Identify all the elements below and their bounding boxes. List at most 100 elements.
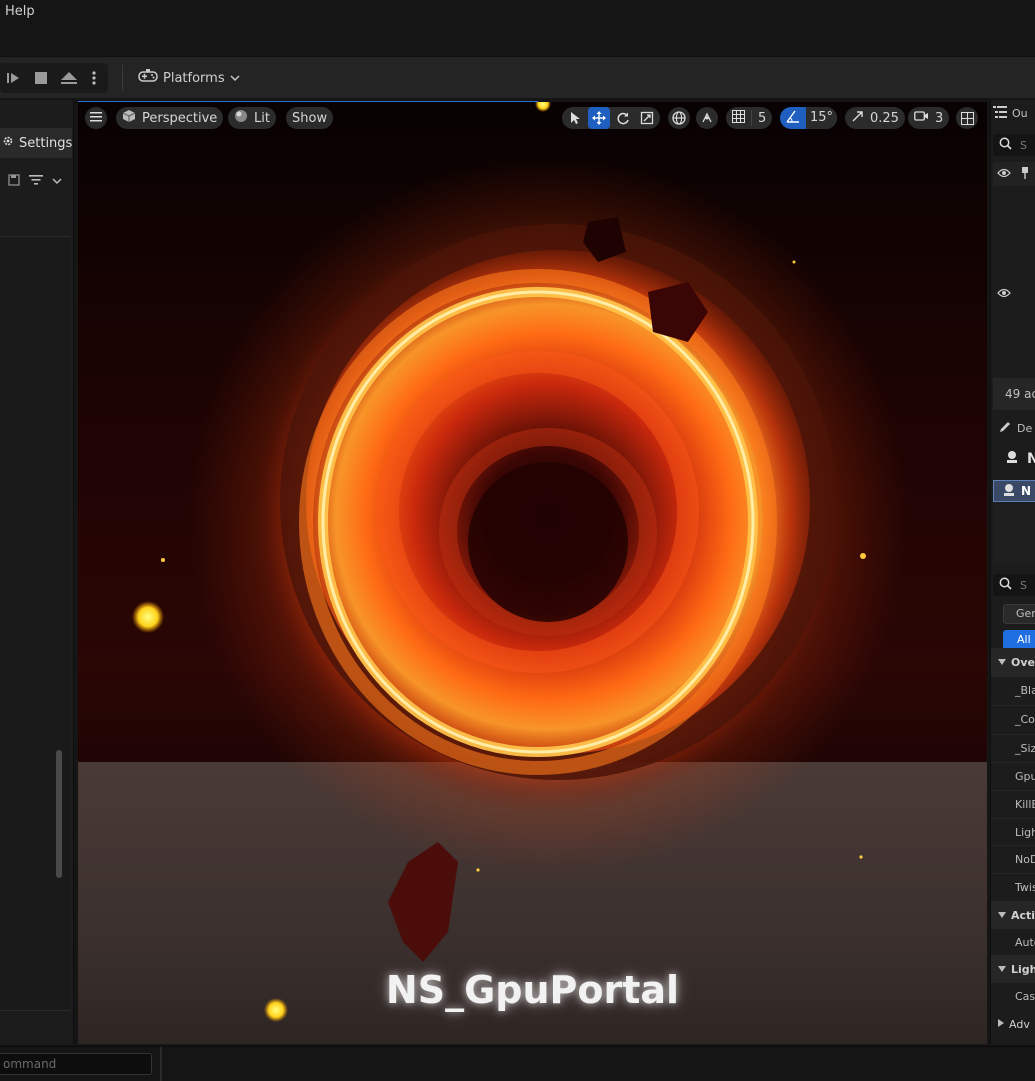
- left-scrollbar[interactable]: [56, 750, 62, 878]
- outliner-search[interactable]: S: [993, 134, 1035, 156]
- viewport-menu-button[interactable]: [85, 107, 107, 129]
- outliner-icon: [993, 106, 1007, 121]
- more-options-icon[interactable]: [84, 63, 104, 93]
- grid-snap-value: 5: [758, 110, 767, 126]
- pin-icon[interactable]: [1021, 166, 1029, 182]
- menu-bar: Help: [0, 0, 1035, 26]
- show-button[interactable]: Show: [286, 107, 334, 129]
- chevron-right-icon: [997, 1018, 1005, 1031]
- gear-icon: [2, 135, 14, 151]
- left-tools: [0, 166, 72, 196]
- category-label: Acti: [1011, 908, 1035, 922]
- settings-tab[interactable]: Settings: [0, 128, 72, 158]
- property-row[interactable]: _Bla: [991, 676, 1035, 704]
- camera-speed-button[interactable]: 3: [908, 107, 950, 129]
- surface-snap-icon[interactable]: [696, 107, 718, 129]
- visibility-eye-icon[interactable]: [997, 288, 1011, 301]
- grid-icon: [732, 109, 745, 127]
- filter-all-button[interactable]: All: [1003, 630, 1035, 650]
- grid-snap-button[interactable]: 5: [726, 107, 773, 129]
- right-panel: Ou S 49 ac De N N S Ge All Ove _Bl _Co _…: [990, 100, 1035, 1044]
- scale-arrow-icon: [851, 110, 864, 127]
- sphere-icon: [234, 109, 248, 127]
- separator: [751, 110, 752, 126]
- menu-help[interactable]: Help: [5, 4, 35, 19]
- property-row[interactable]: Twis: [991, 873, 1035, 901]
- settings-label: Settings: [19, 135, 73, 151]
- category-override[interactable]: Ove: [991, 648, 1035, 676]
- left-panel: Settings: [0, 100, 74, 1044]
- outliner-label: Ou: [1012, 107, 1028, 120]
- property-row[interactable]: _Siz: [991, 734, 1035, 762]
- category-lighting[interactable]: Ligh: [991, 955, 1035, 983]
- outliner-row[interactable]: [993, 288, 1035, 308]
- portal-effect: [132, 102, 908, 1022]
- details-search[interactable]: S: [993, 574, 1035, 596]
- stop-icon[interactable]: [28, 63, 54, 93]
- property-row[interactable]: Cas: [991, 982, 1035, 1010]
- selected-actor-row: N: [993, 448, 1035, 470]
- component-tree-area: [993, 504, 1035, 564]
- details-tab[interactable]: De: [993, 418, 1035, 438]
- property-row[interactable]: Gpu: [991, 762, 1035, 790]
- actor-icon: [1005, 450, 1019, 468]
- move-icon[interactable]: [588, 107, 610, 129]
- property-row[interactable]: Auto: [991, 928, 1035, 956]
- category-label: Ligh: [1011, 962, 1035, 976]
- angle-icon: [786, 110, 800, 127]
- actor-count: 49 ac: [993, 378, 1035, 410]
- pencil-icon: [999, 421, 1011, 436]
- rotate-icon[interactable]: [612, 107, 634, 129]
- skip-frame-icon[interactable]: [0, 63, 26, 93]
- selected-actor-name: N: [1027, 451, 1035, 467]
- chevron-down-icon[interactable]: [52, 174, 62, 188]
- outliner-header: [993, 162, 1035, 186]
- visibility-eye-icon[interactable]: [997, 168, 1011, 181]
- perspective-label: Perspective: [142, 110, 218, 126]
- property-row[interactable]: KillB: [991, 790, 1035, 818]
- eject-icon[interactable]: [56, 63, 82, 93]
- outliner-search-placeholder: S: [1020, 138, 1027, 152]
- search-icon: [999, 577, 1012, 593]
- property-row[interactable]: NoD: [991, 845, 1035, 873]
- cube-icon: [122, 109, 136, 127]
- show-label: Show: [292, 110, 328, 126]
- lit-mode-button[interactable]: Lit: [228, 107, 276, 129]
- viewport-layout-icon[interactable]: [956, 107, 978, 129]
- advanced-label: Adv: [1009, 1017, 1030, 1031]
- transform-tools: [562, 107, 660, 129]
- platforms-label: Platforms: [163, 70, 225, 86]
- component-row[interactable]: N: [993, 480, 1035, 502]
- left-list-area: [0, 236, 70, 1011]
- property-row[interactable]: Ligh: [991, 818, 1035, 846]
- perspective-button[interactable]: Perspective: [116, 107, 224, 129]
- level-viewport[interactable]: Perspective Lit Show 5 15° 0.25 3 NS_Gpu…: [78, 102, 987, 1044]
- category-actor[interactable]: Acti: [991, 901, 1035, 929]
- portal-name-overlay: NS_GpuPortal: [385, 968, 680, 1012]
- category-label: Ove: [1011, 655, 1035, 669]
- details-search-placeholder: S: [1020, 578, 1027, 592]
- angle-snap-button[interactable]: 15°: [780, 107, 838, 129]
- platforms-button[interactable]: Platforms: [138, 67, 240, 89]
- camera-icon: [914, 110, 929, 126]
- gamepad-icon: [138, 68, 158, 88]
- property-row[interactable]: _Col: [991, 705, 1035, 733]
- command-input[interactable]: ommand: [0, 1053, 152, 1075]
- bottom-bar: ommand: [0, 1046, 1035, 1081]
- world-space-icon[interactable]: [668, 107, 690, 129]
- select-cursor-icon[interactable]: [564, 107, 586, 129]
- filter-general-button[interactable]: Gen: [1003, 604, 1035, 624]
- scale-snap-value: 0.25: [870, 110, 899, 126]
- search-icon: [999, 137, 1012, 153]
- outliner-tab[interactable]: Ou: [993, 106, 1035, 121]
- scale-snap-button[interactable]: 0.25: [845, 107, 905, 129]
- advanced-row[interactable]: Adv: [991, 1010, 1035, 1038]
- save-icon[interactable]: [8, 173, 20, 189]
- filter-icon[interactable]: [28, 174, 44, 189]
- scale-icon[interactable]: [636, 107, 658, 129]
- lit-label: Lit: [254, 110, 270, 126]
- chevron-down-icon: [997, 963, 1007, 976]
- play-controls: [0, 63, 108, 93]
- chevron-down-icon: [997, 909, 1007, 922]
- hamburger-icon: [90, 111, 102, 126]
